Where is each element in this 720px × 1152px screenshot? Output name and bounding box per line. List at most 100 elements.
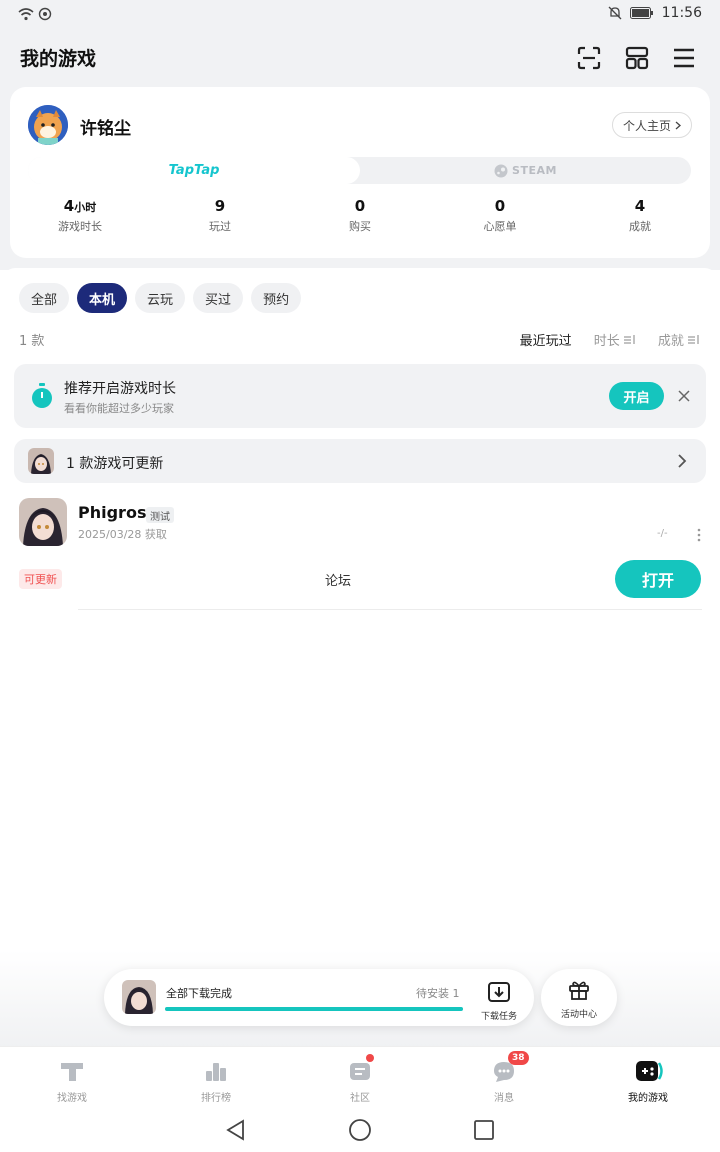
stat-achievements-label: 成就 bbox=[629, 220, 651, 233]
stat-playtime-number: 4 bbox=[63, 197, 75, 215]
game-count: 1 款 bbox=[19, 334, 45, 349]
enable-playtime-button[interactable]: 开启 bbox=[609, 382, 664, 410]
game-item-phigros: Phigros 测试 2025/03/28 获取 -/- 可更新 论坛 打开 bbox=[0, 493, 720, 613]
battery-icon bbox=[629, 7, 653, 19]
sort-duration-label: 时长 bbox=[593, 334, 620, 349]
download-status: 全部下载完成 bbox=[166, 987, 232, 1000]
filter-tab-local[interactable]: 本机 bbox=[77, 283, 128, 313]
updates-available-bar[interactable]: 1 款游戏可更新 bbox=[14, 439, 706, 483]
taptap-logo-icon bbox=[61, 1063, 83, 1081]
game-library: 全部 本机 云玩 买过 预约 1 款 最近玩过 时长 成就 推荐开启游戏时长 看… bbox=[0, 268, 720, 1048]
download-tasks-label: 下载任务 bbox=[480, 1012, 517, 1022]
filter-tab-reserved[interactable]: 预约 bbox=[251, 283, 302, 313]
filter-tab-cloud[interactable]: 云玩 bbox=[135, 283, 186, 313]
stat-wishlist-label: 心愿单 bbox=[483, 220, 517, 233]
nav-messages[interactable]: 38 消息 bbox=[432, 1047, 576, 1106]
app-header: 我的游戏 bbox=[0, 30, 720, 86]
stat-achievements[interactable]: 4 成就 bbox=[570, 197, 710, 241]
stat-played-label: 玩过 bbox=[209, 220, 231, 233]
avatar[interactable] bbox=[28, 105, 68, 145]
platform-tab-taptap[interactable]: TapTap bbox=[28, 157, 360, 184]
chevron-right-icon bbox=[678, 454, 687, 468]
avatar-image bbox=[28, 105, 68, 145]
wifi-icon bbox=[18, 7, 34, 20]
scan-button[interactable] bbox=[573, 42, 605, 74]
game-art-icon bbox=[122, 980, 156, 1014]
profile-card: 许铭尘 个人主页 TapTap STEAM 4小时 游戏时长 9 玩过 0 购买 bbox=[10, 87, 710, 258]
user-name: 许铭尘 bbox=[80, 119, 131, 139]
stat-playtime-unit: 小时 bbox=[74, 201, 97, 214]
ranking-icon bbox=[206, 1063, 226, 1081]
mute-bell-icon bbox=[608, 6, 622, 20]
stat-achievements-value: 4 bbox=[634, 197, 646, 215]
stat-played[interactable]: 9 玩过 bbox=[150, 197, 290, 241]
platform-tab-steam[interactable]: STEAM bbox=[360, 157, 691, 184]
stat-purchased-value: 0 bbox=[354, 197, 366, 215]
more-vertical-icon[interactable] bbox=[694, 525, 704, 545]
close-icon bbox=[678, 390, 690, 402]
gift-icon bbox=[569, 981, 589, 1000]
layout-button[interactable] bbox=[621, 42, 653, 74]
acquired-date: 2025/03/28 获取 bbox=[78, 528, 167, 541]
gamepad-icon bbox=[636, 1061, 663, 1081]
game-thumbnail bbox=[28, 448, 54, 474]
test-badge: 测试 bbox=[146, 507, 174, 523]
stopwatch-icon bbox=[32, 383, 52, 408]
sort-achievements[interactable]: 成就 bbox=[658, 330, 700, 349]
page-title: 我的游戏 bbox=[20, 48, 97, 70]
download-panel[interactable]: 全部下载完成 待安装 1 下载任务 bbox=[104, 969, 534, 1026]
clock: 11:56 bbox=[661, 5, 702, 21]
stat-played-value: 9 bbox=[214, 197, 226, 215]
sort-achievements-label: 成就 bbox=[657, 334, 684, 349]
game-icon[interactable] bbox=[19, 498, 67, 546]
hamburger-icon bbox=[674, 48, 694, 68]
game-art-icon bbox=[28, 448, 54, 474]
sort-options: 最近玩过 时长 成就 bbox=[520, 330, 700, 349]
filter-tab-all[interactable]: 全部 bbox=[19, 283, 70, 313]
hotspot-icon bbox=[38, 7, 52, 21]
divider bbox=[78, 609, 702, 610]
download-progress-fill bbox=[165, 1007, 463, 1011]
filter-tab-bought[interactable]: 买过 bbox=[193, 283, 244, 313]
open-game-button[interactable]: 打开 bbox=[615, 560, 701, 598]
sort-icon bbox=[688, 335, 699, 344]
platform-switch: TapTap STEAM bbox=[28, 157, 691, 184]
homepage-button[interactable]: 个人主页 bbox=[611, 112, 692, 138]
home-icon[interactable] bbox=[348, 1118, 372, 1142]
nav-discover[interactable]: 找游戏 bbox=[0, 1047, 144, 1106]
nav-rankings-label: 排行榜 bbox=[201, 1093, 231, 1104]
game-art-icon bbox=[19, 498, 67, 546]
stat-playtime-value: 4小时 bbox=[10, 197, 150, 215]
community-notification-dot bbox=[366, 1054, 374, 1062]
stat-purchased[interactable]: 0 购买 bbox=[290, 197, 430, 241]
stat-playtime[interactable]: 4小时 游戏时长 bbox=[10, 197, 150, 241]
nav-my-games[interactable]: 我的游戏 bbox=[576, 1047, 720, 1106]
sort-duration[interactable]: 时长 bbox=[594, 330, 636, 349]
close-promo-button[interactable] bbox=[672, 384, 696, 408]
update-text: 1 款游戏可更新 bbox=[66, 456, 164, 472]
event-center-button[interactable]: 活动中心 bbox=[541, 969, 617, 1026]
steam-label: STEAM bbox=[512, 164, 557, 177]
game-name[interactable]: Phigros bbox=[78, 503, 146, 522]
nav-messages-label: 消息 bbox=[494, 1093, 514, 1104]
stat-wishlist-value: 0 bbox=[494, 197, 506, 215]
promo-title: 推荐开启游戏时长 bbox=[64, 381, 176, 397]
menu-button[interactable] bbox=[668, 42, 700, 74]
recents-icon[interactable] bbox=[472, 1118, 496, 1142]
chevron-right-icon bbox=[675, 121, 681, 129]
forum-link[interactable]: 论坛 bbox=[325, 570, 351, 589]
nav-community[interactable]: 社区 bbox=[288, 1047, 432, 1106]
nav-discover-label: 找游戏 bbox=[57, 1093, 87, 1104]
grid-layout-icon bbox=[625, 46, 649, 70]
sort-recent[interactable]: 最近玩过 bbox=[520, 330, 572, 349]
system-nav-bar bbox=[0, 1106, 720, 1152]
back-icon[interactable] bbox=[224, 1118, 248, 1142]
stat-wishlist[interactable]: 0 心愿单 bbox=[430, 197, 570, 241]
nav-rankings[interactable]: 排行榜 bbox=[144, 1047, 288, 1106]
game-playtime: -/- bbox=[657, 528, 668, 539]
download-icon bbox=[488, 982, 510, 1002]
steam-icon bbox=[494, 164, 508, 177]
pending-install-count: 待安装 1 bbox=[416, 987, 460, 1000]
download-tasks-button[interactable]: 下载任务 bbox=[477, 981, 521, 1022]
status-bar: 11:56 bbox=[0, 0, 720, 30]
